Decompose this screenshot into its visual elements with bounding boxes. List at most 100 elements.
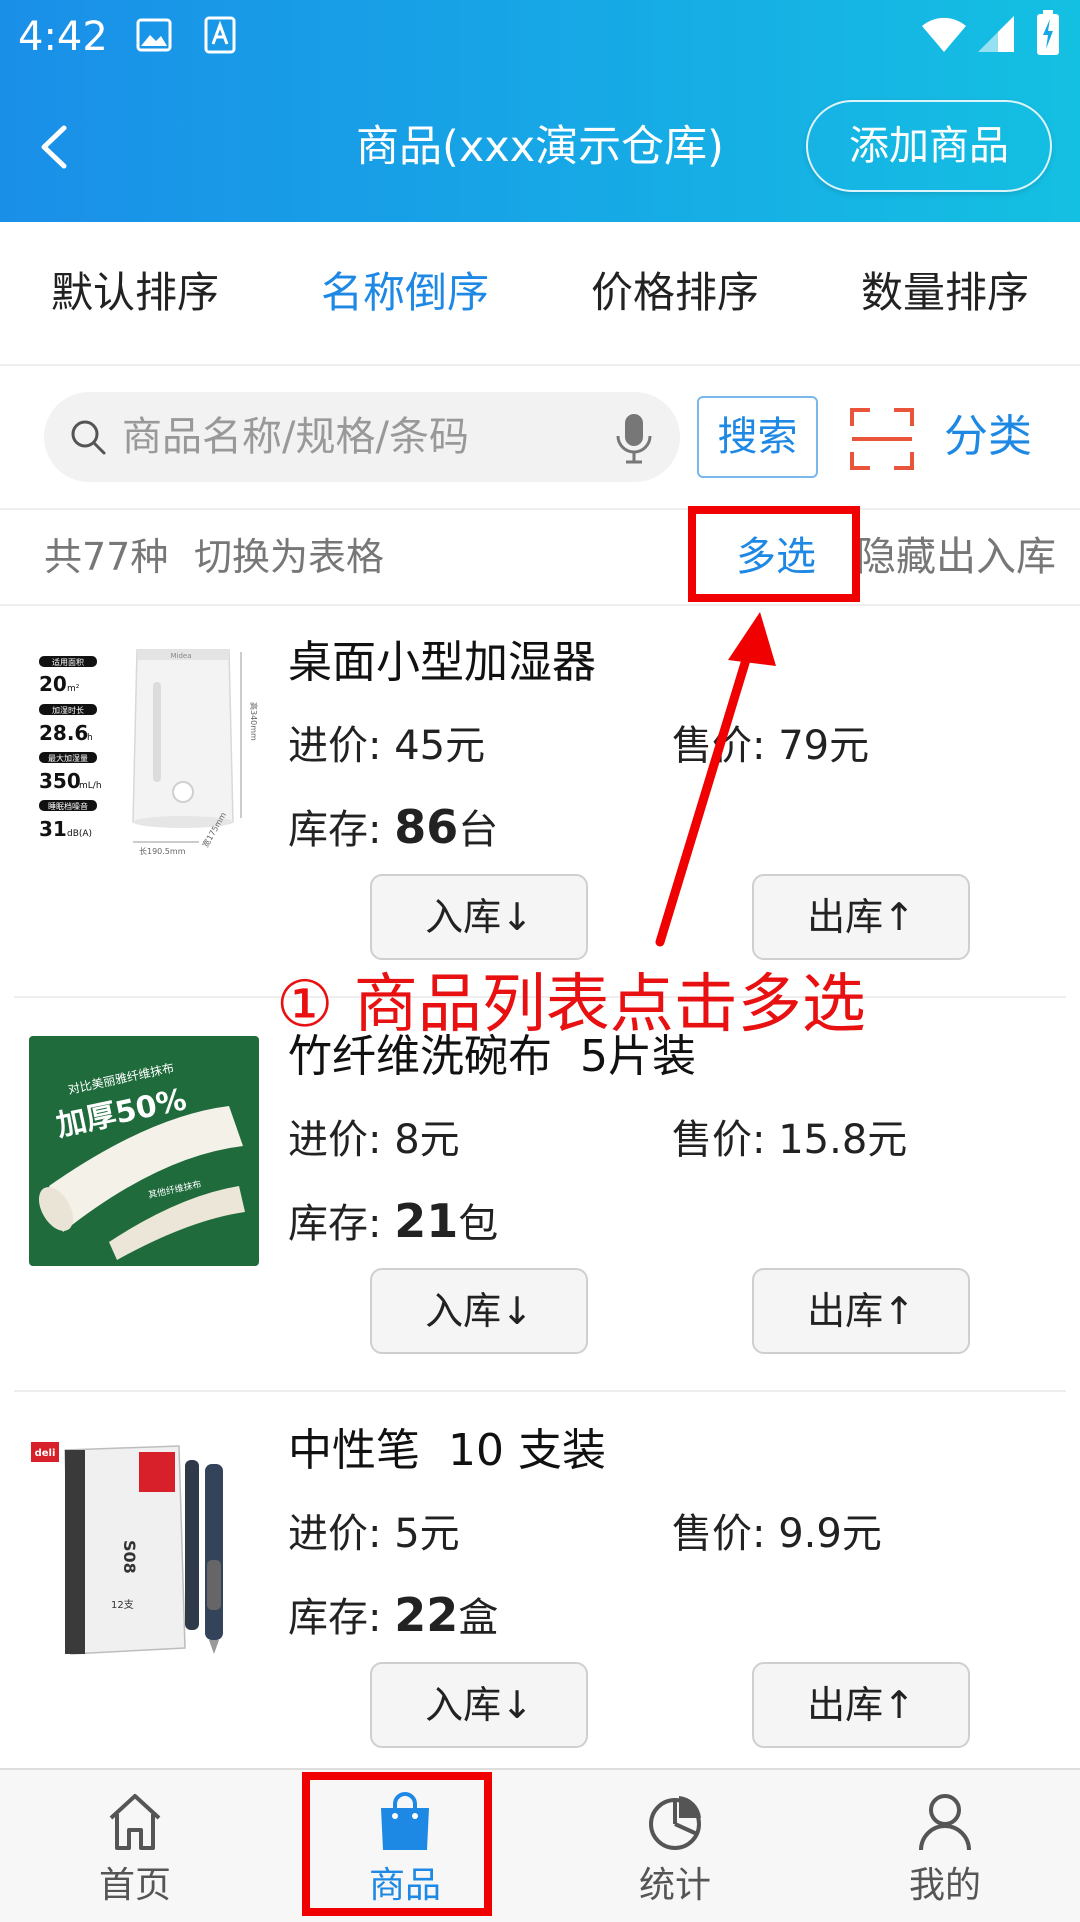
- product-image-humidifier: 适用面积 20 m² 加湿时长 28.6 h 最大加湿量 350 mL/h 睡眠…: [29, 642, 259, 872]
- stock: 库存: 22盒: [288, 1584, 498, 1649]
- product-image-dishcloth: 对比美丽雅纤维抹布 加厚50% 其他纤维抹布: [29, 1036, 259, 1266]
- nav-profile-label: 我的: [908, 1865, 981, 1906]
- product-name: 桌面小型加湿器: [288, 637, 596, 688]
- stock-out-button[interactable]: 出库↑: [752, 1662, 970, 1748]
- cost-label: 进价:: [288, 1117, 382, 1163]
- category-button[interactable]: 分类: [944, 396, 1060, 478]
- stock-unit: 包: [458, 1201, 499, 1247]
- chevron-left-icon: [41, 125, 67, 169]
- nav-statistics-label: 统计: [638, 1865, 711, 1906]
- add-goods-button[interactable]: 添加商品: [806, 100, 1052, 192]
- battery-charging-icon: [1037, 10, 1059, 55]
- pack-count: 12支: [111, 1599, 134, 1611]
- wifi-icon: [922, 17, 966, 52]
- price-label: 售价:: [672, 1117, 766, 1163]
- stock-unit: 台: [458, 807, 499, 853]
- stock-unit: 盒: [458, 1595, 499, 1641]
- list-info-row: 共77种 切换为表格 多选 隐藏出入库: [0, 510, 1080, 606]
- product-item-dishcloth[interactable]: 对比美丽雅纤维抹布 加厚50% 其他纤维抹布 竹纤维洗碗布 5片装 进价: 8元…: [14, 998, 1066, 1392]
- signal-icon: [978, 16, 1014, 52]
- stock: 库存: 86台: [288, 796, 498, 861]
- pie-chart-icon: [649, 1796, 701, 1850]
- cost-label: 进价:: [288, 723, 382, 769]
- model-label: S08: [120, 1540, 139, 1574]
- tab-price-sort[interactable]: 价格排序: [540, 222, 810, 364]
- dishcloth-image: 对比美丽雅纤维抹布 加厚50% 其他纤维抹布: [29, 1036, 259, 1266]
- humidifier-image: 适用面积 20 m² 加湿时长 28.6 h 最大加湿量 350 mL/h 睡眠…: [29, 642, 259, 872]
- price-value: 79元: [778, 723, 870, 769]
- app-header: 4:42 商品(xxx演示仓库) 添加商品: [0, 0, 1080, 222]
- search-box[interactable]: [44, 392, 680, 482]
- stock: 库存: 21包: [288, 1190, 498, 1255]
- spec-max: 350: [39, 769, 81, 793]
- brand-label: Midea: [170, 652, 191, 660]
- cost-label: 进价:: [288, 1511, 382, 1557]
- spec-max-title: 最大加湿量: [48, 753, 88, 763]
- sort-tabs: 默认排序 名称倒序 价格排序 数量排序: [0, 222, 1080, 366]
- annotation-text: ① 商品列表点击多选: [276, 968, 866, 1042]
- nav-home[interactable]: 首页: [0, 1770, 270, 1922]
- stock-value: 22: [394, 1588, 459, 1642]
- spec-duration-title: 加湿时长: [52, 705, 84, 715]
- search-icon: [71, 420, 106, 455]
- status-time: 4:42: [18, 14, 108, 60]
- cost-value: 8元: [394, 1117, 460, 1163]
- dimension-height: 高340mm: [249, 702, 259, 741]
- dimension-length: 长190.5mm: [139, 846, 186, 856]
- annotation-arrow-icon: [655, 612, 776, 947]
- microphone-icon[interactable]: [614, 412, 654, 464]
- cost-value: 45元: [394, 723, 486, 769]
- brand-logo: deli: [35, 1448, 56, 1459]
- nav-statistics[interactable]: 统计: [540, 1770, 810, 1922]
- spec-duration-unit: h: [87, 733, 93, 743]
- cost-price: 进价: 45元: [288, 716, 485, 776]
- spec-area-unit: m²: [67, 684, 80, 694]
- stock-value: 86: [394, 800, 459, 854]
- stock-value: 21: [394, 1194, 459, 1248]
- stock-out-button[interactable]: 出库↑: [752, 874, 970, 960]
- spec-area: 20: [39, 672, 67, 696]
- cost-value: 5元: [394, 1511, 460, 1557]
- search-button[interactable]: 搜索: [697, 396, 818, 478]
- search-row: 搜索 分类: [0, 366, 1080, 510]
- hide-stock-link[interactable]: 隐藏出入库: [856, 510, 1056, 604]
- highlight-box-goods-tab: [302, 1772, 492, 1916]
- search-input[interactable]: [122, 392, 592, 482]
- stock-in-button[interactable]: 入库↓: [370, 874, 588, 960]
- toggle-table-link[interactable]: 切换为表格: [194, 510, 384, 604]
- bottom-nav: 首页 商品 统计 我的: [0, 1768, 1080, 1922]
- product-item-gel-pen[interactable]: deli S08 12支 中性笔 10 支装 进价: 5元 售价: 9.9元 库…: [14, 1392, 1066, 1786]
- tab-default-sort[interactable]: 默认排序: [0, 222, 270, 364]
- product-name: 中性笔 10 支装: [288, 1425, 606, 1476]
- back-button[interactable]: [26, 116, 80, 178]
- sale-price: 售价: 15.8元: [672, 1110, 907, 1170]
- stock-out-button[interactable]: 出库↑: [752, 1268, 970, 1354]
- spec-max-unit: mL/h: [79, 781, 102, 791]
- price-value: 15.8元: [778, 1117, 908, 1163]
- price-value: 9.9元: [778, 1511, 882, 1557]
- total-count: 共77种: [44, 535, 169, 579]
- cost-price: 进价: 5元: [288, 1504, 460, 1564]
- nav-profile[interactable]: 我的: [810, 1770, 1080, 1922]
- home-icon: [109, 1794, 161, 1850]
- scan-icon[interactable]: [850, 408, 914, 470]
- stock-label: 库存:: [288, 1201, 382, 1247]
- spec-duration: 28.6: [39, 721, 88, 745]
- tab-name-desc-sort[interactable]: 名称倒序: [270, 222, 540, 364]
- stock-label: 库存:: [288, 807, 382, 853]
- page-title: 商品(xxx演示仓库): [356, 122, 724, 172]
- highlight-box-multiselect: [688, 506, 860, 602]
- gallery-icon: [136, 18, 172, 52]
- spec-noise-title: 睡眠档噪音: [48, 801, 88, 811]
- product-image-gel-pen: deli S08 12支: [29, 1430, 259, 1660]
- stock-in-button[interactable]: 入库↓: [370, 1268, 588, 1354]
- sale-price: 售价: 9.9元: [672, 1504, 882, 1564]
- stock-in-button[interactable]: 入库↓: [370, 1662, 588, 1748]
- stock-label: 库存:: [288, 1595, 382, 1641]
- tab-quantity-sort[interactable]: 数量排序: [810, 222, 1080, 364]
- gel-pen-image: deli S08 12支: [29, 1430, 259, 1660]
- spec-area-title: 适用面积: [52, 657, 84, 667]
- cost-price: 进价: 8元: [288, 1110, 460, 1170]
- nav-home-label: 首页: [98, 1865, 171, 1906]
- product-item-humidifier[interactable]: 适用面积 20 m² 加湿时长 28.6 h 最大加湿量 350 mL/h 睡眠…: [14, 604, 1066, 998]
